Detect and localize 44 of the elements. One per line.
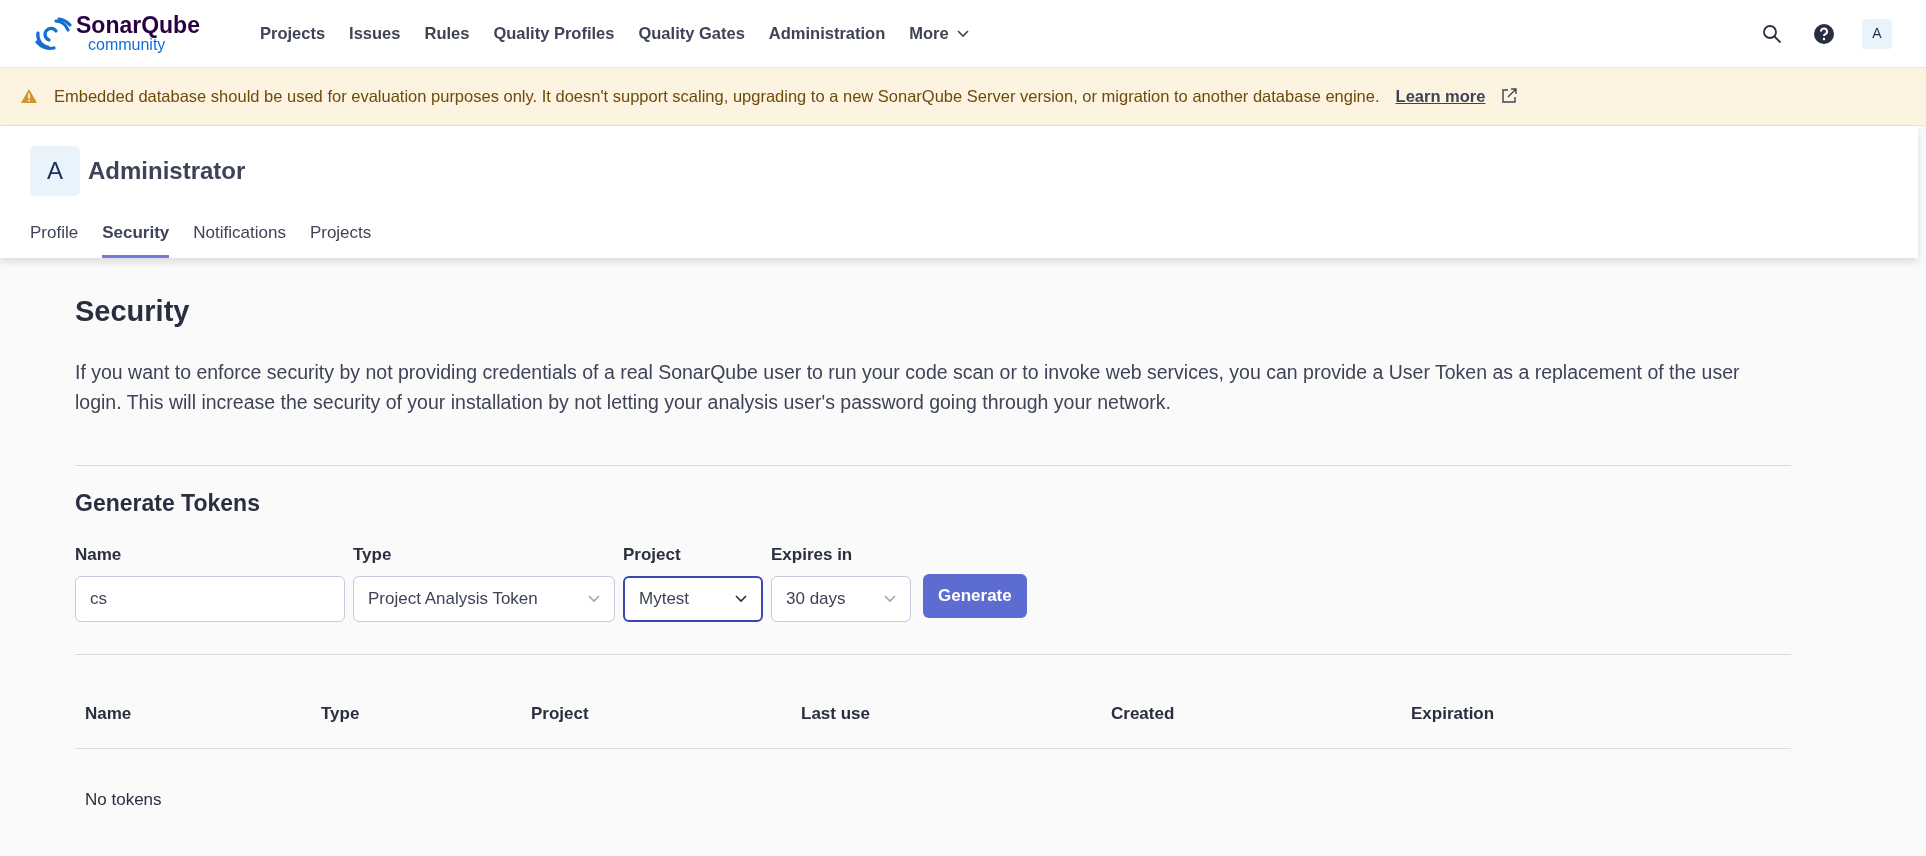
chevron-down-icon [956,29,969,38]
column-header: Expiration [1410,702,1496,725]
nav-link[interactable]: Quality Gates [626,15,757,52]
user-avatar[interactable]: A [1862,18,1892,49]
chevron-down-icon [884,594,896,603]
user-avatar: A [30,145,80,196]
column-header: Project [530,702,590,725]
learn-more-link[interactable]: Learn more [1395,84,1486,109]
banner-message: Embedded database should be used for evaluation purposes only. It doesn't support scaling, upgrading to a new SonarQube Server version, or migration to another database engine. [54,86,1380,107]
column-header: Last use [800,702,871,725]
field-label: Project [623,544,682,567]
section-title: Generate Tokens [75,490,261,519]
field-label: Expires in [771,544,854,567]
empty-message: No tokens [84,789,163,812]
page-title: Security [75,294,191,330]
user-name: Administrator [88,155,246,186]
account-tab[interactable]: Profile [30,211,79,259]
account-tab[interactable]: Security [102,211,170,259]
chevron-down-icon [735,594,747,603]
nav-link[interactable]: Quality Profiles [481,15,627,52]
account-tab[interactable]: Projects [309,211,372,259]
edition-label: community [88,37,166,53]
field-label: Type [353,544,393,567]
nav-link[interactable]: Projects [247,15,338,52]
logo-icon [34,16,72,51]
select-field[interactable]: 30 days [771,575,911,622]
warning-icon [20,88,38,105]
nav-link[interactable]: More [897,15,981,52]
external-link-icon [1501,88,1518,105]
logo-text: SonarQube [76,14,200,37]
column-header: Name [84,702,133,725]
page-description: If you want to enforce security by not providing credentials of a real SonarQube user to run your code scan or to invoke web services, you can provide a User Token as a replacement of the user login. This will increase the security of your installation by not letting your analysis user's password going through your network. [75,360,1741,416]
account-tab[interactable]: Notifications [193,211,286,259]
column-header: Created [1110,702,1176,725]
generate-button[interactable]: Generate [923,573,1027,618]
select-field[interactable]: Mytest [623,575,763,622]
nav-link[interactable]: Issues [337,15,413,52]
input-field[interactable]: cs [75,575,345,622]
nav-link[interactable]: Administration [756,15,898,52]
field-label: Name [75,544,123,567]
select-field[interactable]: Project Analysis Token [353,575,615,622]
column-header: Type [320,702,361,725]
nav-link[interactable]: Rules [412,15,482,52]
chevron-down-icon [588,594,600,603]
